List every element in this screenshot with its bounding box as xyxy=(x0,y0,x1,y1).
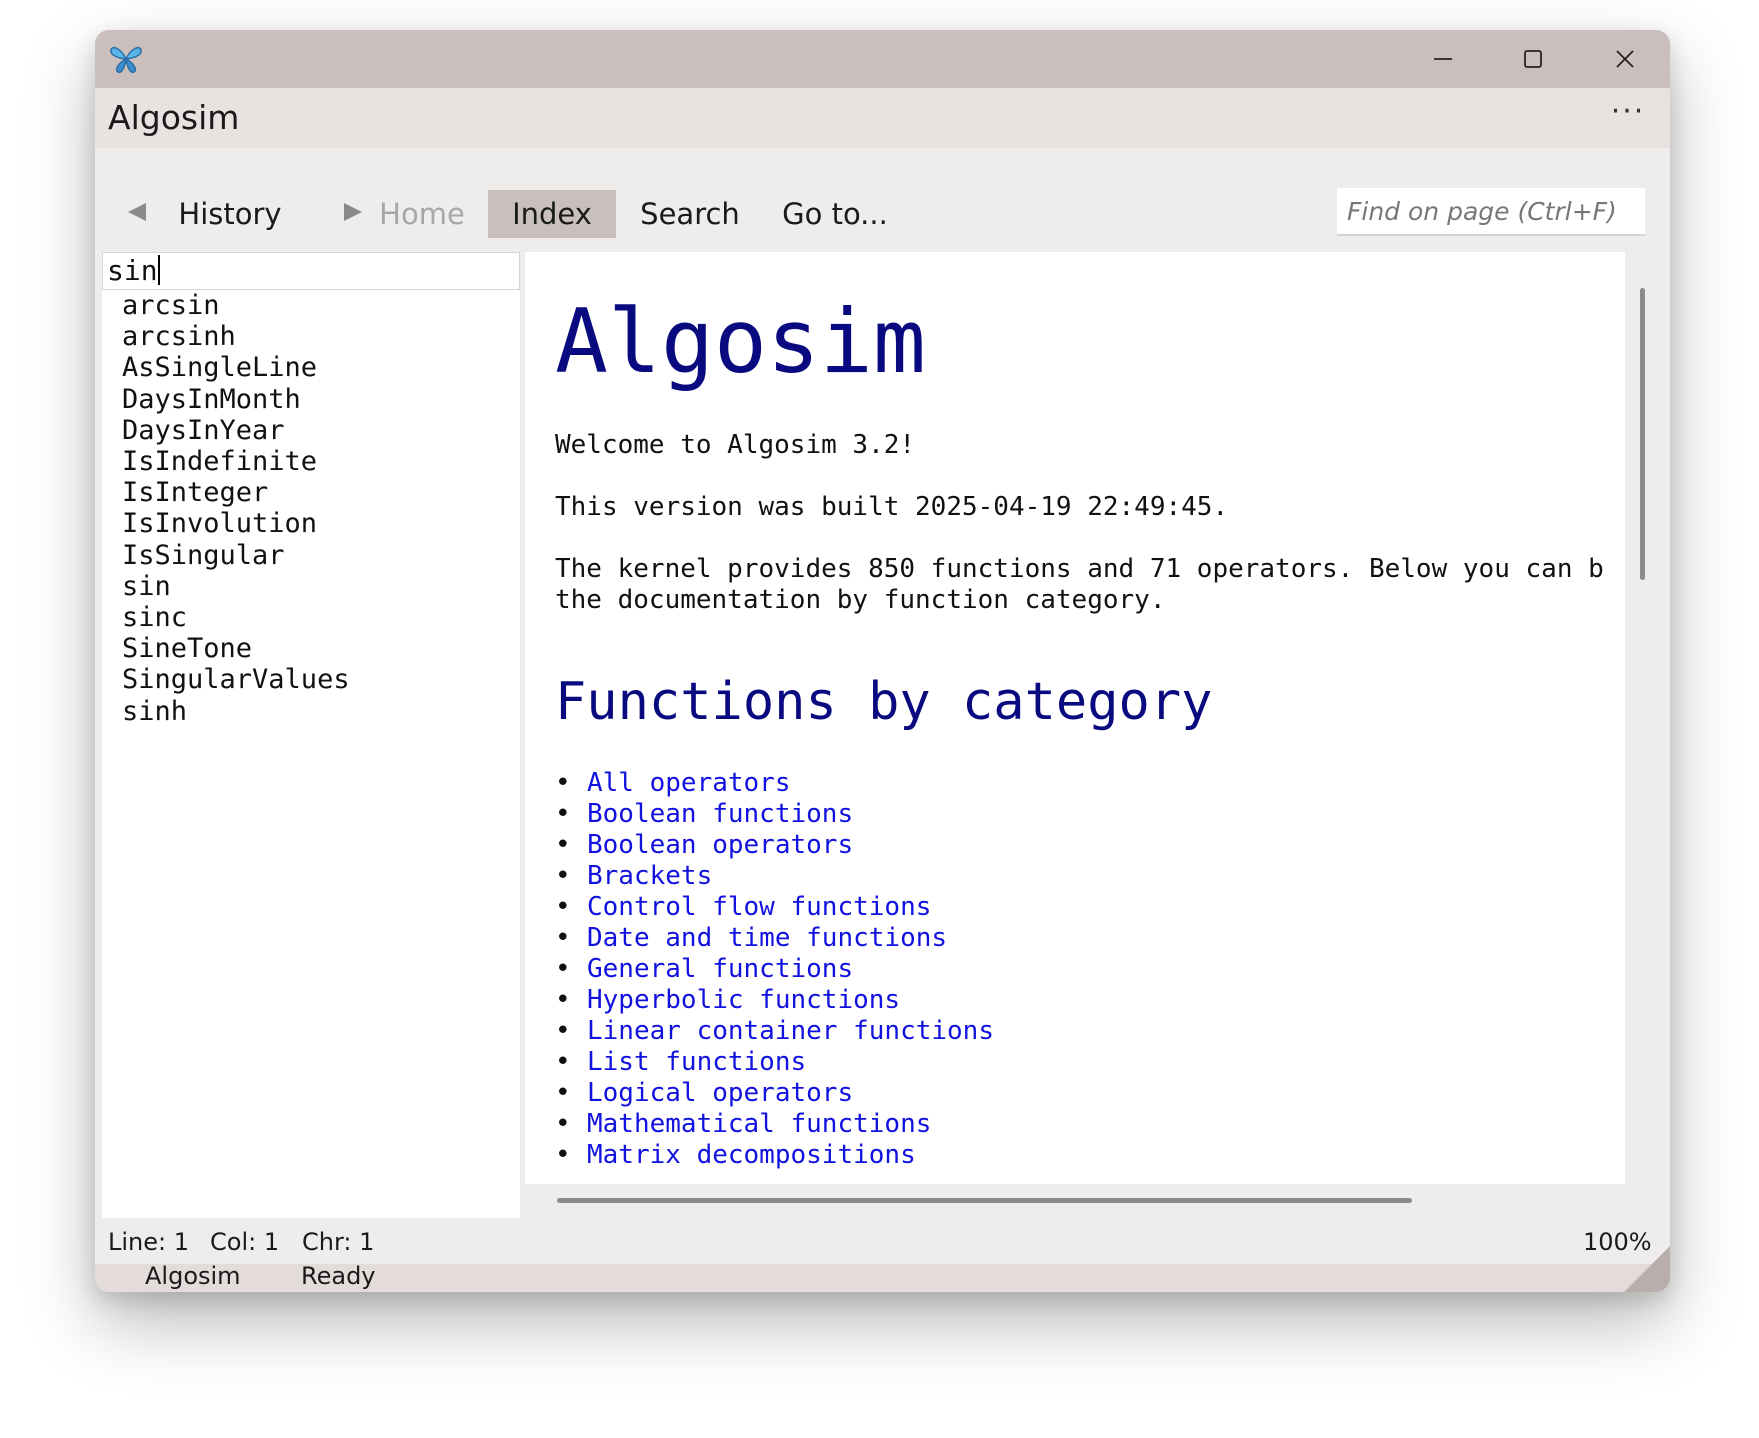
category-item: • Boolean operators xyxy=(555,830,994,861)
app-status-bar: Algosim Ready xyxy=(95,1246,1670,1292)
bullet-icon: • xyxy=(555,830,571,860)
index-item[interactable]: AsSingleLine xyxy=(122,352,350,383)
index-result-list: arcsin arcsinh AsSingleLine DaysInMonth Days… xyxy=(122,290,350,727)
category-link[interactable]: All operators xyxy=(587,768,791,798)
char-indicator: Chr: 1 xyxy=(302,1228,375,1256)
maximize-icon xyxy=(1524,50,1542,68)
category-item: • Control flow functions xyxy=(555,892,994,923)
section-title: Functions by category xyxy=(555,672,1213,732)
back-arrow-icon xyxy=(128,203,146,221)
index-pane: sin arcsin arcsinh AsSingleLine DaysInMonth… xyxy=(102,252,520,1218)
bullet-icon: • xyxy=(555,985,571,1015)
minimize-icon xyxy=(1434,58,1452,60)
bullet-icon: • xyxy=(555,954,571,984)
editor-status-bar: Line: 1 Col: 1 Chr: 1 100% xyxy=(95,1218,1670,1264)
kernel-info-text: The kernel provides 850 functions and 71… xyxy=(555,554,1604,616)
app-name: Algosim xyxy=(108,98,240,137)
home-button[interactable]: Home xyxy=(367,190,477,238)
history-button[interactable]: History xyxy=(175,190,285,238)
status-app-name: Algosim xyxy=(145,1262,241,1290)
butterfly-logo-icon xyxy=(109,42,143,76)
index-item[interactable]: sin xyxy=(122,571,350,602)
goto-button[interactable]: Go to... xyxy=(780,190,890,238)
bullet-icon: • xyxy=(555,1047,571,1077)
category-item: • All operators xyxy=(555,768,994,799)
document-view[interactable]: Algosim Welcome to Algosim 3.2! This ver… xyxy=(525,252,1625,1184)
category-item: • Matrix decompositions xyxy=(555,1140,994,1171)
resize-grip[interactable] xyxy=(1624,1246,1670,1292)
bullet-icon: • xyxy=(555,1140,571,1170)
category-item: • Brackets xyxy=(555,861,994,892)
index-item[interactable]: SingularValues xyxy=(122,664,350,695)
find-on-page-input[interactable]: Find on page (Ctrl+F) xyxy=(1337,188,1645,236)
line-indicator: Line: 1 xyxy=(108,1228,189,1256)
index-item[interactable]: DaysInYear xyxy=(122,415,350,446)
kernel-info-line-1: The kernel provides 850 functions and 71… xyxy=(555,554,1604,584)
category-link[interactable]: Date and time functions xyxy=(587,923,947,953)
tab-index[interactable]: Index xyxy=(488,190,616,238)
help-toolbar: History Home Index Search Go to... Find … xyxy=(95,148,1670,252)
bullet-icon: • xyxy=(555,799,571,829)
horizontal-scrollbar[interactable] xyxy=(557,1198,1412,1203)
column-indicator: Col: 1 xyxy=(210,1228,280,1256)
category-list: • All operators • Boolean functions • Boolean… xyxy=(555,768,994,1171)
close-button[interactable] xyxy=(1580,30,1670,88)
category-link[interactable]: Boolean functions xyxy=(587,799,853,829)
category-link[interactable]: Brackets xyxy=(587,861,712,891)
bullet-icon: • xyxy=(555,861,571,891)
index-item[interactable]: SineTone xyxy=(122,633,350,664)
maximize-button[interactable] xyxy=(1488,30,1578,88)
category-item: • Mathematical functions xyxy=(555,1109,994,1140)
category-item: • General functions xyxy=(555,954,994,985)
forward-arrow-icon xyxy=(344,203,362,221)
welcome-text: Welcome to Algosim 3.2! xyxy=(555,430,916,460)
category-item: • Logical operators xyxy=(555,1078,994,1109)
bullet-icon: • xyxy=(555,768,571,798)
bullet-icon: • xyxy=(555,923,571,953)
back-button[interactable] xyxy=(117,192,157,232)
bullet-icon: • xyxy=(555,1078,571,1108)
status-text: Ready xyxy=(301,1262,376,1290)
category-link[interactable]: Mathematical functions xyxy=(587,1109,931,1139)
bullet-icon: • xyxy=(555,1016,571,1046)
title-bar[interactable] xyxy=(95,30,1670,88)
category-item: • Date and time functions xyxy=(555,923,994,954)
index-item[interactable]: sinc xyxy=(122,602,350,633)
category-link[interactable]: General functions xyxy=(587,954,853,984)
app-header: Algosim ··· xyxy=(95,88,1670,148)
app-window: Algosim ··· History Home Index Search Go… xyxy=(95,30,1670,1292)
vertical-scrollbar[interactable] xyxy=(1640,288,1645,580)
index-search-input[interactable]: sin xyxy=(102,252,520,290)
index-item[interactable]: arcsinh xyxy=(122,321,350,352)
tab-search[interactable]: Search xyxy=(640,190,740,238)
category-item: • Hyperbolic functions xyxy=(555,985,994,1016)
index-item[interactable]: IsSingular xyxy=(122,540,350,571)
bullet-icon: • xyxy=(555,892,571,922)
category-link[interactable]: Matrix decompositions xyxy=(587,1140,916,1170)
document-title: Algosim xyxy=(555,290,926,393)
category-link[interactable]: Hyperbolic functions xyxy=(587,985,900,1015)
category-item: • List functions xyxy=(555,1047,994,1078)
index-item[interactable]: IsInvolution xyxy=(122,508,350,539)
minimize-button[interactable] xyxy=(1398,30,1488,88)
build-info-text: This version was built 2025-04-19 22:49:… xyxy=(555,492,1229,522)
index-item[interactable]: DaysInMonth xyxy=(122,384,350,415)
index-query-text: sin xyxy=(107,254,158,287)
category-link[interactable]: Boolean operators xyxy=(587,830,853,860)
category-link[interactable]: Logical operators xyxy=(587,1078,853,1108)
index-item[interactable]: IsInteger xyxy=(122,477,350,508)
kernel-info-line-2: the documentation by function category. xyxy=(555,585,1166,615)
text-caret xyxy=(157,255,160,285)
category-item: • Linear container functions xyxy=(555,1016,994,1047)
index-item[interactable]: sinh xyxy=(122,696,350,727)
more-options-button[interactable]: ··· xyxy=(1603,97,1653,136)
category-link[interactable]: List functions xyxy=(587,1047,806,1077)
category-link[interactable]: Linear container functions xyxy=(587,1016,994,1046)
index-item[interactable]: IsIndefinite xyxy=(122,446,350,477)
category-item: • Boolean functions xyxy=(555,799,994,830)
bullet-icon: • xyxy=(555,1109,571,1139)
index-item[interactable]: arcsin xyxy=(122,290,350,321)
close-icon xyxy=(1616,50,1634,68)
category-link[interactable]: Control flow functions xyxy=(587,892,931,922)
